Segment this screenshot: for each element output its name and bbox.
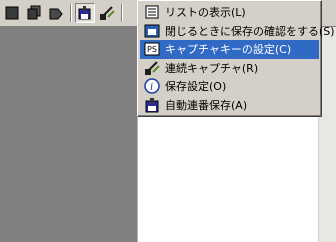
toolbar-separator (70, 4, 72, 22)
menu-item-label: 閉じるときに保存の確認をする(S) (165, 24, 335, 38)
toolbar-separator (121, 4, 123, 22)
stop-icon (5, 6, 19, 20)
copy-button[interactable] (24, 3, 44, 23)
menu-item-label: 保存設定(O) (165, 80, 227, 94)
save-button[interactable] (75, 3, 95, 23)
stop-button[interactable] (2, 3, 22, 23)
svg-text:PS: PS (147, 45, 157, 54)
menu-item-label: 自動連番保存(A) (165, 98, 248, 112)
menu-item-continuous-capture[interactable]: 連続キャプチャ(R) (140, 59, 319, 78)
copy-icon (27, 5, 41, 20)
dropdown-menu: リストの表示(L) 閉じるときに保存の確認をする(S) PS キャプチャキーの設… (137, 0, 335, 117)
menu-item-label: リストの表示(L) (165, 6, 246, 20)
confirm-save-icon (144, 23, 160, 39)
info-icon: i (144, 78, 160, 94)
menu-item-show-list[interactable]: リストの表示(L) (140, 3, 319, 22)
menu-item-label: 連続キャプチャ(R) (165, 61, 259, 75)
continuous-capture-icon (100, 6, 115, 20)
menu-item-capture-key-settings[interactable]: PS キャプチャキーの設定(C) (140, 40, 319, 59)
save-icon (78, 6, 91, 20)
menu-item-label: キャプチャキーの設定(C) (165, 43, 292, 57)
list-icon (144, 4, 160, 20)
arrow-button[interactable] (46, 3, 66, 23)
capture-key-icon: PS (144, 41, 160, 57)
capture-canvas (0, 27, 138, 242)
auto-save-icon (144, 97, 160, 113)
arrow-icon (49, 8, 63, 20)
continuous-capture-icon (144, 60, 160, 76)
menu-item-confirm-save[interactable]: 閉じるときに保存の確認をする(S) (140, 22, 335, 41)
menu-item-auto-sequential-save[interactable]: 自動連番保存(A) (140, 96, 319, 115)
continuous-capture-button[interactable] (97, 3, 117, 23)
menu-item-save-settings[interactable]: i 保存設定(O) (140, 77, 319, 96)
svg-text:i: i (150, 82, 153, 93)
